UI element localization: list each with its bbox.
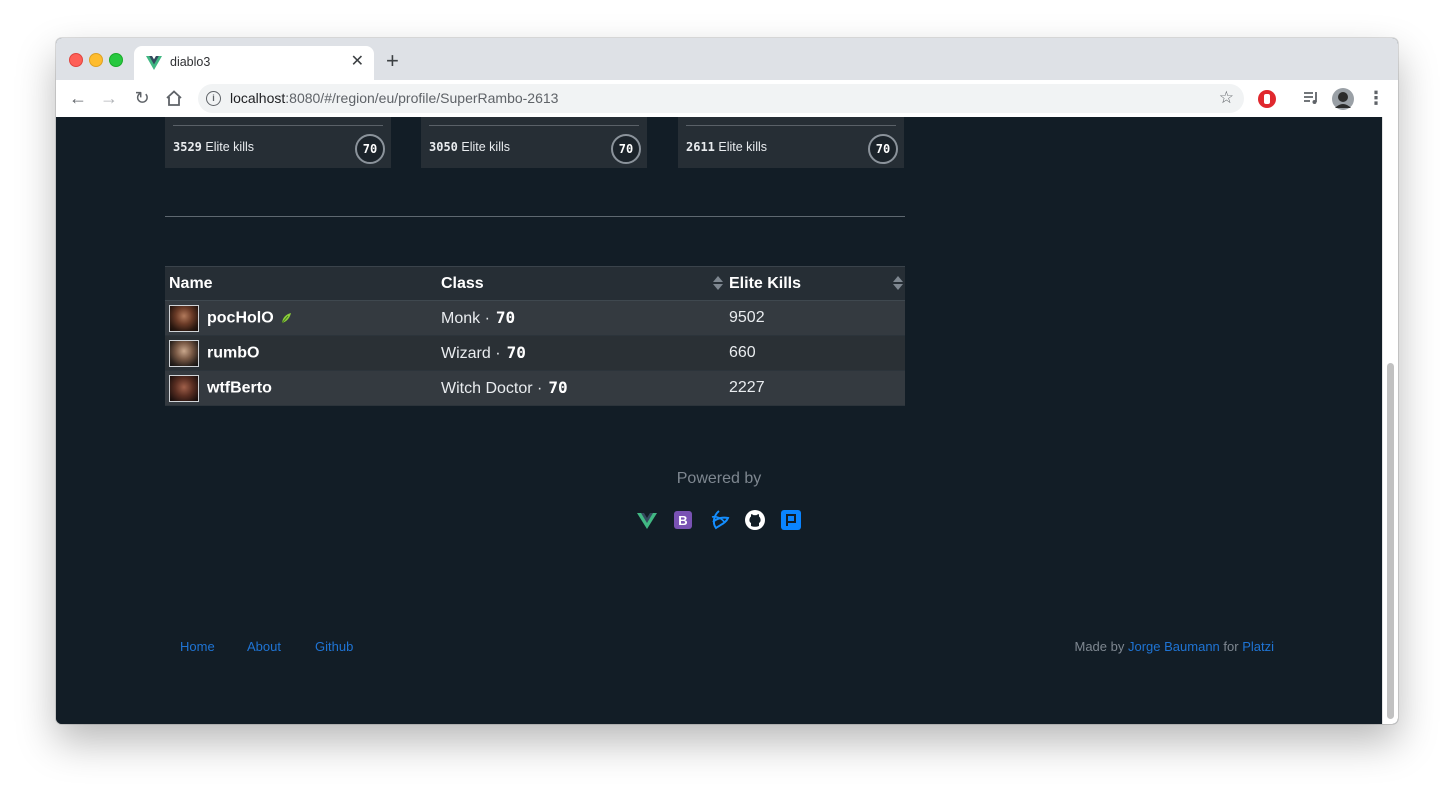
elite-kills-cell: 9502 <box>725 300 905 336</box>
hero-level-badge: 70 <box>868 134 898 164</box>
menu-dots-icon[interactable]: ⋮ <box>1366 88 1386 108</box>
player-name[interactable]: rumbO <box>207 344 259 361</box>
elite-kills-column-header[interactable]: Elite Kills <box>725 266 905 301</box>
sort-icon[interactable] <box>713 276 723 292</box>
tab-strip: diablo3 ✕ + <box>56 38 1398 80</box>
battlenet-icon[interactable] <box>708 509 730 531</box>
footer-github-link[interactable]: Github <box>315 639 353 654</box>
leaf-icon <box>281 313 291 324</box>
hero-level-badge: 70 <box>355 134 385 164</box>
close-window-button[interactable] <box>69 53 83 67</box>
player-cell[interactable]: pocHolO <box>165 300 437 336</box>
player-cell[interactable]: wtfBerto <box>165 370 437 406</box>
witch-doctor-portrait-avatar <box>169 374 199 402</box>
platzi-link[interactable]: Platzi <box>1242 639 1274 654</box>
hero-card[interactable]: 2611 Elite kills 70 <box>678 117 904 168</box>
url-text: localhost:8080/#/region/eu/profile/Super… <box>230 90 559 106</box>
section-divider <box>165 216 905 217</box>
adblock-extension-icon[interactable] <box>1257 89 1277 109</box>
class-cell: Monk · 70 <box>437 300 725 336</box>
class-level: 70 <box>506 343 526 362</box>
tab-title: diablo3 <box>170 55 211 69</box>
reload-icon[interactable]: ↻ <box>132 88 152 108</box>
table-row: wtfBerto Witch Doctor · 70 2227 <box>165 370 905 406</box>
footer-home-link[interactable]: Home <box>180 639 215 654</box>
hero-elite-kills: 2611 Elite kills <box>686 140 768 154</box>
class-column-header[interactable]: Class <box>437 266 725 301</box>
scrollbar-thumb[interactable] <box>1387 363 1394 719</box>
for-text: for <box>1223 639 1239 654</box>
browser-tab[interactable]: diablo3 ✕ <box>134 46 374 80</box>
elite-kills-cell: 660 <box>725 335 905 371</box>
vue-icon[interactable] <box>636 509 658 531</box>
hero-elite-kills: 3050 Elite kills <box>429 140 511 154</box>
player-name[interactable]: pocHolO <box>207 309 274 326</box>
hero-card[interactable]: 3050 Elite kills 70 <box>421 117 647 168</box>
address-toolbar: ← → ↻ i localhost:8080/#/region/eu/profi… <box>56 80 1398 118</box>
home-icon[interactable] <box>165 89 183 107</box>
minimize-window-button[interactable] <box>89 53 103 67</box>
hero-elite-kills: 3529 Elite kills <box>173 140 255 154</box>
class-cell: Wizard · 70 <box>437 335 725 371</box>
address-bar[interactable]: i localhost:8080/#/region/eu/profile/Sup… <box>198 84 1244 113</box>
hero-level-badge: 70 <box>611 134 641 164</box>
wizard-portrait-avatar <box>169 339 199 367</box>
profile-avatar[interactable] <box>1332 88 1354 110</box>
card-divider <box>429 125 639 126</box>
browser-window: diablo3 ✕ + ← → ↻ i localhost:8080/#/reg… <box>56 38 1398 724</box>
svg-text:B: B <box>678 513 687 528</box>
footer-credit: Made by Jorge Baumann for Platzi <box>1075 639 1275 654</box>
scrollbar-track[interactable] <box>1382 117 1398 724</box>
github-icon[interactable] <box>744 509 766 531</box>
table-row: pocHolO Monk · 70 9502 <box>165 300 905 336</box>
maximize-window-button[interactable] <box>109 53 123 67</box>
player-cell[interactable]: rumbO <box>165 335 437 371</box>
vue-favicon-icon <box>146 56 162 70</box>
bootstrap-icon[interactable]: B <box>672 509 694 531</box>
platzi-icon[interactable] <box>780 509 802 531</box>
close-tab-icon[interactable]: ✕ <box>351 53 364 71</box>
author-link[interactable]: Jorge Baumann <box>1128 639 1220 654</box>
sort-icon[interactable] <box>893 276 903 292</box>
friends-table: Name Class Elite Kills pocHolO Monk · 70 … <box>165 266 905 406</box>
class-level: 70 <box>548 378 568 397</box>
card-divider <box>686 125 896 126</box>
table-row: rumbO Wizard · 70 660 <box>165 335 905 371</box>
site-info-icon[interactable]: i <box>206 91 221 106</box>
bookmark-star-icon[interactable]: ☆ <box>1219 88 1234 108</box>
monk-portrait-avatar <box>169 304 199 332</box>
page-content: 3529 Elite kills 70 3050 Elite kills 70 … <box>56 117 1398 724</box>
hero-card[interactable]: 3529 Elite kills 70 <box>165 117 391 168</box>
back-arrow-icon[interactable]: ← <box>68 88 88 108</box>
player-name[interactable]: wtfBerto <box>207 379 272 396</box>
powered-by-label: Powered by <box>676 470 762 487</box>
media-queue-icon[interactable] <box>1302 89 1320 107</box>
new-tab-button[interactable]: + <box>386 50 399 72</box>
forward-arrow-icon[interactable]: → <box>99 88 119 108</box>
elite-kills-cell: 2227 <box>725 370 905 406</box>
class-level: 70 <box>495 308 516 327</box>
card-divider <box>173 125 383 126</box>
class-cell: Witch Doctor · 70 <box>437 370 725 406</box>
made-by-text: Made by <box>1074 639 1125 654</box>
name-column-header: Name <box>165 266 437 301</box>
footer-about-link[interactable]: About <box>247 639 281 654</box>
